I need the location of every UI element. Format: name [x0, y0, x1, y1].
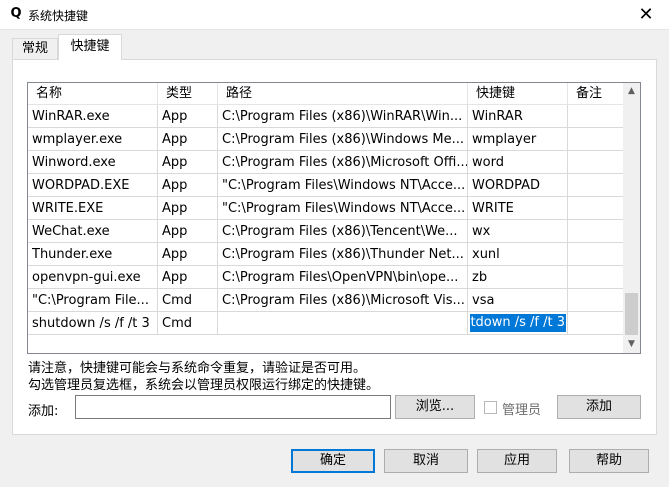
cell-name[interactable]: shutdown /s /f /t 3	[28, 312, 158, 335]
admin-checkbox-label: 管理员	[502, 403, 542, 418]
cell-name[interactable]: WRITE.EXE	[28, 197, 158, 220]
note-admin-hint: 勾选管理员复选框，系统会以管理员权限运行绑定的快捷键。	[28, 378, 380, 393]
scroll-down-icon[interactable]: ▼	[623, 336, 640, 353]
column-header-hotkey[interactable]: 快捷键	[468, 83, 568, 105]
cell-type[interactable]: App	[158, 243, 218, 266]
add-input[interactable]	[75, 395, 391, 419]
table-row[interactable]: WinRAR.exe App C:\Program Files (x86)\WinR…	[28, 105, 625, 128]
cell-path[interactable]: C:\Program Files (x86)\WinRAR\Win...	[218, 105, 468, 128]
cell-note[interactable]	[568, 128, 625, 151]
cell-name[interactable]: Thunder.exe	[28, 243, 158, 266]
table-row[interactable]: wmplayer.exe App C:\Program Files (x86)\Wi…	[28, 128, 625, 151]
cell-name[interactable]: WORDPAD.EXE	[28, 174, 158, 197]
cell-note[interactable]	[568, 174, 625, 197]
cell-hotkey[interactable]: vsa	[468, 289, 568, 312]
cell-name[interactable]: wmplayer.exe	[28, 128, 158, 151]
table-row[interactable]: Thunder.exe App C:\Program Files (x86)\Thu…	[28, 243, 625, 266]
cell-name[interactable]: Winword.exe	[28, 151, 158, 174]
cell-hotkey[interactable]: WinRAR	[468, 105, 568, 128]
browse-button[interactable]: 浏览...	[395, 395, 475, 419]
column-header-path[interactable]: 路径	[218, 83, 468, 105]
cell-type[interactable]: App	[158, 174, 218, 197]
cell-hotkey[interactable]: word	[468, 151, 568, 174]
table-row[interactable]: shutdown /s /f /t 3Cmdshutdown /s /f /t …	[28, 312, 625, 335]
cell-name[interactable]: WeChat.exe	[28, 220, 158, 243]
cell-type[interactable]: Cmd	[158, 289, 218, 312]
cell-name[interactable]: openvpn-gui.exe	[28, 266, 158, 289]
table-row[interactable]: "C:\Program File... Cmd C:\Program Files (…	[28, 289, 625, 312]
scroll-up-icon[interactable]: ▲	[623, 83, 640, 100]
cell-hotkey[interactable]: zb	[468, 266, 568, 289]
cell-type[interactable]: App	[158, 128, 218, 151]
cell-name[interactable]: WinRAR.exe	[28, 105, 158, 128]
cell-hotkey[interactable]: WRITE	[468, 197, 568, 220]
cell-note[interactable]	[568, 151, 625, 174]
shortcut-grid[interactable]: 名称 类型 路径 快捷键 备注 WinRAR.exe App C:\Program …	[27, 82, 641, 354]
ok-button[interactable]: 确定	[291, 449, 375, 473]
tab-shortcut[interactable]: 快捷键	[58, 34, 122, 60]
help-button[interactable]: 帮助	[569, 449, 649, 473]
cell-hotkey[interactable]: wmplayer	[468, 128, 568, 151]
cell-type[interactable]: App	[158, 197, 218, 220]
cell-hotkey[interactable]: xunl	[468, 243, 568, 266]
close-button[interactable]: ✕	[623, 0, 669, 30]
cell-hotkey[interactable]: wx	[468, 220, 568, 243]
cell-path[interactable]: C:\Program Files\OpenVPN\bin\ope...	[218, 266, 468, 289]
cell-note[interactable]	[568, 197, 625, 220]
cell-type[interactable]: Cmd	[158, 312, 218, 335]
cell-note[interactable]	[568, 220, 625, 243]
cell-note[interactable]	[568, 289, 625, 312]
cell-path[interactable]	[218, 312, 468, 335]
cell-type[interactable]: App	[158, 105, 218, 128]
table-row[interactable]: Winword.exe App C:\Program Files (x86)\Mic…	[28, 151, 625, 174]
window-title: 系统快捷键	[28, 9, 89, 23]
cell-note[interactable]	[568, 266, 625, 289]
table-row[interactable]: WORDPAD.EXE App "C:\Program Files\Windows …	[28, 174, 625, 197]
add-button[interactable]: 添加	[557, 395, 641, 419]
column-header-name[interactable]: 名称	[28, 83, 158, 105]
cell-path[interactable]: C:\Program Files (x86)\Windows Me...	[218, 128, 468, 151]
cell-path[interactable]: C:\Program Files (x86)\Microsoft Offi...	[218, 151, 468, 174]
table-row[interactable]: openvpn-gui.exe App C:\Program Files\OpenV…	[28, 266, 625, 289]
admin-checkbox[interactable]	[484, 401, 497, 414]
vertical-scrollbar[interactable]: ▲ ▼	[623, 83, 640, 353]
scroll-thumb[interactable]	[625, 293, 638, 335]
cell-hotkey[interactable]: WORDPAD	[468, 174, 568, 197]
title-bar: Q 系统快捷键 ✕	[0, 0, 669, 30]
cell-path[interactable]: C:\Program Files (x86)\Thunder Net...	[218, 243, 468, 266]
column-header-type[interactable]: 类型	[158, 83, 218, 105]
cell-note[interactable]	[568, 312, 625, 335]
cell-type[interactable]: App	[158, 220, 218, 243]
cell-path[interactable]: "C:\Program Files\Windows NT\Acce...	[218, 174, 468, 197]
cell-note[interactable]	[568, 105, 625, 128]
cell-name[interactable]: "C:\Program File...	[28, 289, 158, 312]
app-icon: Q	[10, 6, 22, 21]
cell-note[interactable]	[568, 243, 625, 266]
cell-path[interactable]: C:\Program Files (x86)\Microsoft Vis...	[218, 289, 468, 312]
cell-path[interactable]: C:\Program Files (x86)\Tencent\We...	[218, 220, 468, 243]
cell-type[interactable]: App	[158, 151, 218, 174]
cell-type[interactable]: App	[158, 266, 218, 289]
add-label: 添加:	[28, 404, 59, 419]
cancel-button[interactable]: 取消	[384, 449, 468, 473]
column-header-note[interactable]: 备注	[568, 83, 625, 105]
tab-general[interactable]: 常规	[12, 38, 58, 60]
apply-button[interactable]: 应用	[477, 449, 557, 473]
cell-path[interactable]: "C:\Program Files\Windows NT\Acce...	[218, 197, 468, 220]
table-row[interactable]: WeChat.exe App C:\Program Files (x86)\Tenc…	[28, 220, 625, 243]
table-row[interactable]: WRITE.EXE App "C:\Program Files\Windows NT…	[28, 197, 625, 220]
hotkey-edit-field[interactable]: shutdown /s /f /t 3	[470, 314, 566, 332]
grid-header: 名称 类型 路径 快捷键 备注	[28, 83, 625, 105]
